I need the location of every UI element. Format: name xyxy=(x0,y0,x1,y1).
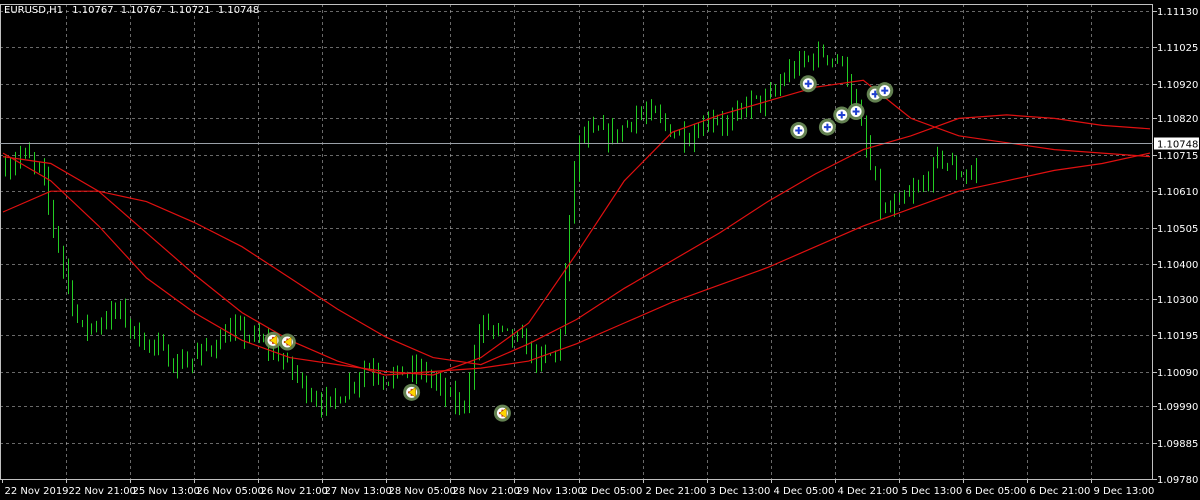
time-tick-label: 5 Dec 13:00 xyxy=(902,486,963,497)
price-tick-label: 1.10300 xyxy=(1157,295,1198,306)
chart-background xyxy=(0,0,1200,500)
high-value: 1.10767 xyxy=(121,5,162,16)
current-price-tag-text: 1.10748 xyxy=(1157,140,1198,151)
time-tick-label: 6 Dec 21:00 xyxy=(1030,486,1091,497)
time-tick-label: 9 Dec 13:00 xyxy=(1094,486,1155,497)
time-tick-label: 6 Dec 05:00 xyxy=(966,486,1027,497)
time-tick-label: 2 Dec 21:00 xyxy=(646,486,707,497)
price-tick-label: 1.09990 xyxy=(1157,402,1198,413)
time-tick-label: 4 Dec 05:00 xyxy=(774,486,835,497)
price-tick-label: 1.09885 xyxy=(1157,439,1198,450)
time-tick-label: 22 Nov 21:00 xyxy=(69,486,136,497)
buy-marker xyxy=(799,75,817,93)
time-tick-label: 26 Nov 21:00 xyxy=(261,486,328,497)
low-value: 1.10721 xyxy=(169,5,210,16)
close-marker xyxy=(403,383,421,401)
chart-window[interactable]: 1.11130 1.11025 1.10920 1.10820 1.10715 1.106… xyxy=(0,0,1200,500)
buy-marker xyxy=(790,122,808,140)
price-chart[interactable]: 1.11130 1.11025 1.10920 1.10820 1.10715 1.106… xyxy=(0,0,1200,500)
symbol-label: EURUSD,H1 xyxy=(4,5,63,16)
time-tick-label: 22 Nov 2019 xyxy=(5,486,69,497)
buy-marker xyxy=(876,82,894,100)
price-tick-label: 1.11025 xyxy=(1157,43,1198,54)
price-tick-label: 1.10400 xyxy=(1157,260,1198,271)
close-marker xyxy=(493,404,511,422)
price-tick-label: 1.10195 xyxy=(1157,331,1198,342)
time-tick-label: 26 Nov 05:00 xyxy=(197,486,264,497)
price-tick-label: 1.10920 xyxy=(1157,80,1198,91)
time-tick-label: 28 Nov 05:00 xyxy=(389,486,456,497)
chart-header: EURUSD,H1 1.10767 1.10767 1.10721 1.1074… xyxy=(4,5,259,16)
close-marker xyxy=(278,333,296,351)
time-tick-label: 28 Nov 21:00 xyxy=(453,486,520,497)
price-tick-label: 1.10715 xyxy=(1157,151,1198,162)
buy-marker xyxy=(833,106,851,124)
close-value: 1.10748 xyxy=(218,5,259,16)
time-tick-label: 2 Dec 05:00 xyxy=(582,486,643,497)
time-tick-label: 3 Dec 13:00 xyxy=(710,486,771,497)
price-tick-label: 1.11130 xyxy=(1157,7,1198,18)
price-tick-label: 1.09780 xyxy=(1157,475,1198,486)
time-tick-label: 25 Nov 13:00 xyxy=(133,486,200,497)
time-tick-label: 29 Nov 13:00 xyxy=(517,486,584,497)
buy-marker xyxy=(818,118,836,136)
price-tick-label: 1.10610 xyxy=(1157,187,1198,198)
buy-marker xyxy=(847,102,865,120)
price-tick-label: 1.10505 xyxy=(1157,224,1198,235)
open-value: 1.10767 xyxy=(72,5,113,16)
time-tick-label: 4 Dec 21:00 xyxy=(838,486,899,497)
price-tick-label: 1.10820 xyxy=(1157,114,1198,125)
time-tick-label: 27 Nov 13:00 xyxy=(325,486,392,497)
price-tick-label: 1.10090 xyxy=(1157,368,1198,379)
close-marker xyxy=(264,331,282,349)
